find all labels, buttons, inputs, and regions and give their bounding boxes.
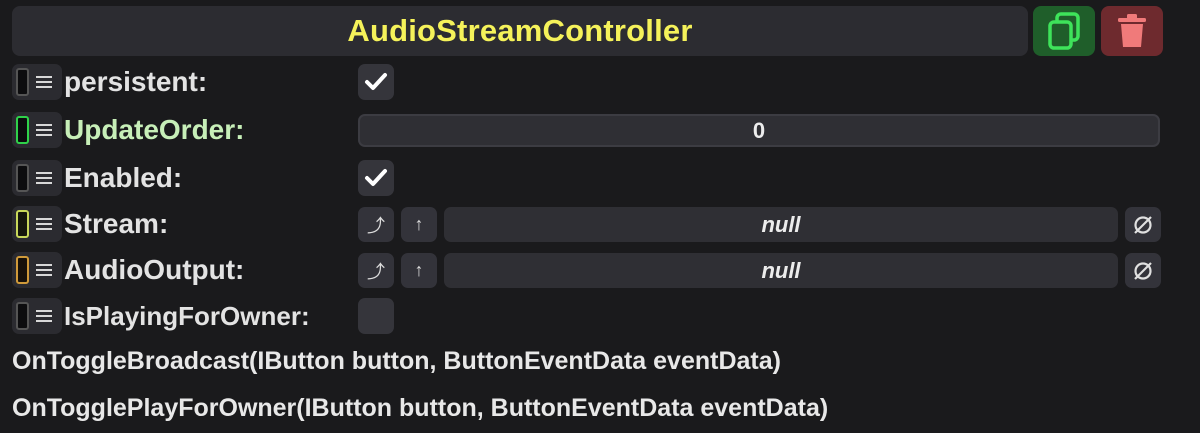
field-label-update-order: UpdateOrder: [64, 114, 245, 145]
reference-slot-icon [16, 256, 29, 284]
clear-reference-button[interactable] [1125, 207, 1161, 242]
field-row-enabled: Enabled: [12, 158, 1192, 198]
menu-lines-icon [36, 172, 52, 184]
field-label-is-playing-for-owner: IsPlayingForOwner: [64, 301, 310, 331]
is-playing-for-owner-checkbox[interactable] [358, 298, 394, 334]
drag-handle[interactable] [12, 298, 62, 334]
jump-arrow-icon: ⤴ [367, 215, 385, 236]
reference-slot-icon [16, 302, 29, 330]
field-label-stream: Stream: [64, 208, 169, 239]
drag-handle[interactable] [12, 206, 62, 242]
delete-button[interactable] [1101, 6, 1163, 56]
drag-handle[interactable] [12, 112, 62, 148]
component-header: AudioStreamController [12, 6, 1028, 56]
checkmark-icon [365, 169, 387, 186]
field-row-persistent: persistent: [12, 62, 1192, 102]
component-title: AudioStreamController [347, 13, 693, 48]
menu-lines-icon [36, 76, 52, 88]
stream-reference-field[interactable]: null [444, 207, 1118, 242]
jump-to-reference-button[interactable]: ⤴ [358, 207, 394, 242]
field-label-audio-output: AudioOutput: [64, 254, 245, 285]
up-arrow-icon: ↑ [414, 260, 424, 280]
method-on-toggle-play-for-owner[interactable]: OnTogglePlayForOwner(IButton button, But… [12, 388, 828, 428]
field-row-stream: Stream: ⤴ ↑ null [12, 204, 1192, 244]
field-row-is-playing-for-owner: IsPlayingForOwner: [12, 296, 1192, 336]
open-inspector-button[interactable]: ↑ [401, 253, 437, 288]
method-on-toggle-broadcast[interactable]: OnToggleBroadcast(IButton button, Button… [12, 341, 781, 381]
persistent-checkbox[interactable] [358, 64, 394, 100]
audio-output-reference-field[interactable]: null [444, 253, 1118, 288]
checkmark-icon [365, 73, 387, 90]
update-order-input[interactable]: 0 [358, 114, 1160, 147]
jump-to-reference-button[interactable]: ⤴ [358, 253, 394, 288]
duplicate-button[interactable] [1033, 6, 1095, 56]
field-label-persistent: persistent: [64, 66, 208, 97]
drag-handle[interactable] [12, 252, 62, 288]
clear-reference-button[interactable] [1125, 253, 1161, 288]
drag-handle[interactable] [12, 64, 62, 100]
trash-icon [1118, 14, 1146, 47]
jump-arrow-icon: ⤴ [367, 261, 385, 282]
menu-lines-icon [36, 218, 52, 230]
reference-slot-icon [16, 68, 29, 96]
menu-lines-icon [36, 264, 52, 276]
enabled-checkbox[interactable] [358, 160, 394, 196]
reference-slot-icon [16, 210, 29, 238]
drag-handle[interactable] [12, 160, 62, 196]
reference-slot-icon [16, 116, 29, 144]
field-label-enabled: Enabled: [64, 162, 183, 193]
null-icon [1134, 215, 1152, 234]
field-row-update-order: UpdateOrder: 0 [12, 110, 1192, 150]
field-row-audio-output: AudioOutput: ⤴ ↑ null [12, 250, 1192, 290]
duplicate-icon [1048, 12, 1080, 50]
up-arrow-icon: ↑ [414, 214, 424, 234]
open-inspector-button[interactable]: ↑ [401, 207, 437, 242]
menu-lines-icon [36, 310, 52, 322]
null-icon [1134, 261, 1152, 280]
menu-lines-icon [36, 124, 52, 136]
reference-slot-icon [16, 164, 29, 192]
